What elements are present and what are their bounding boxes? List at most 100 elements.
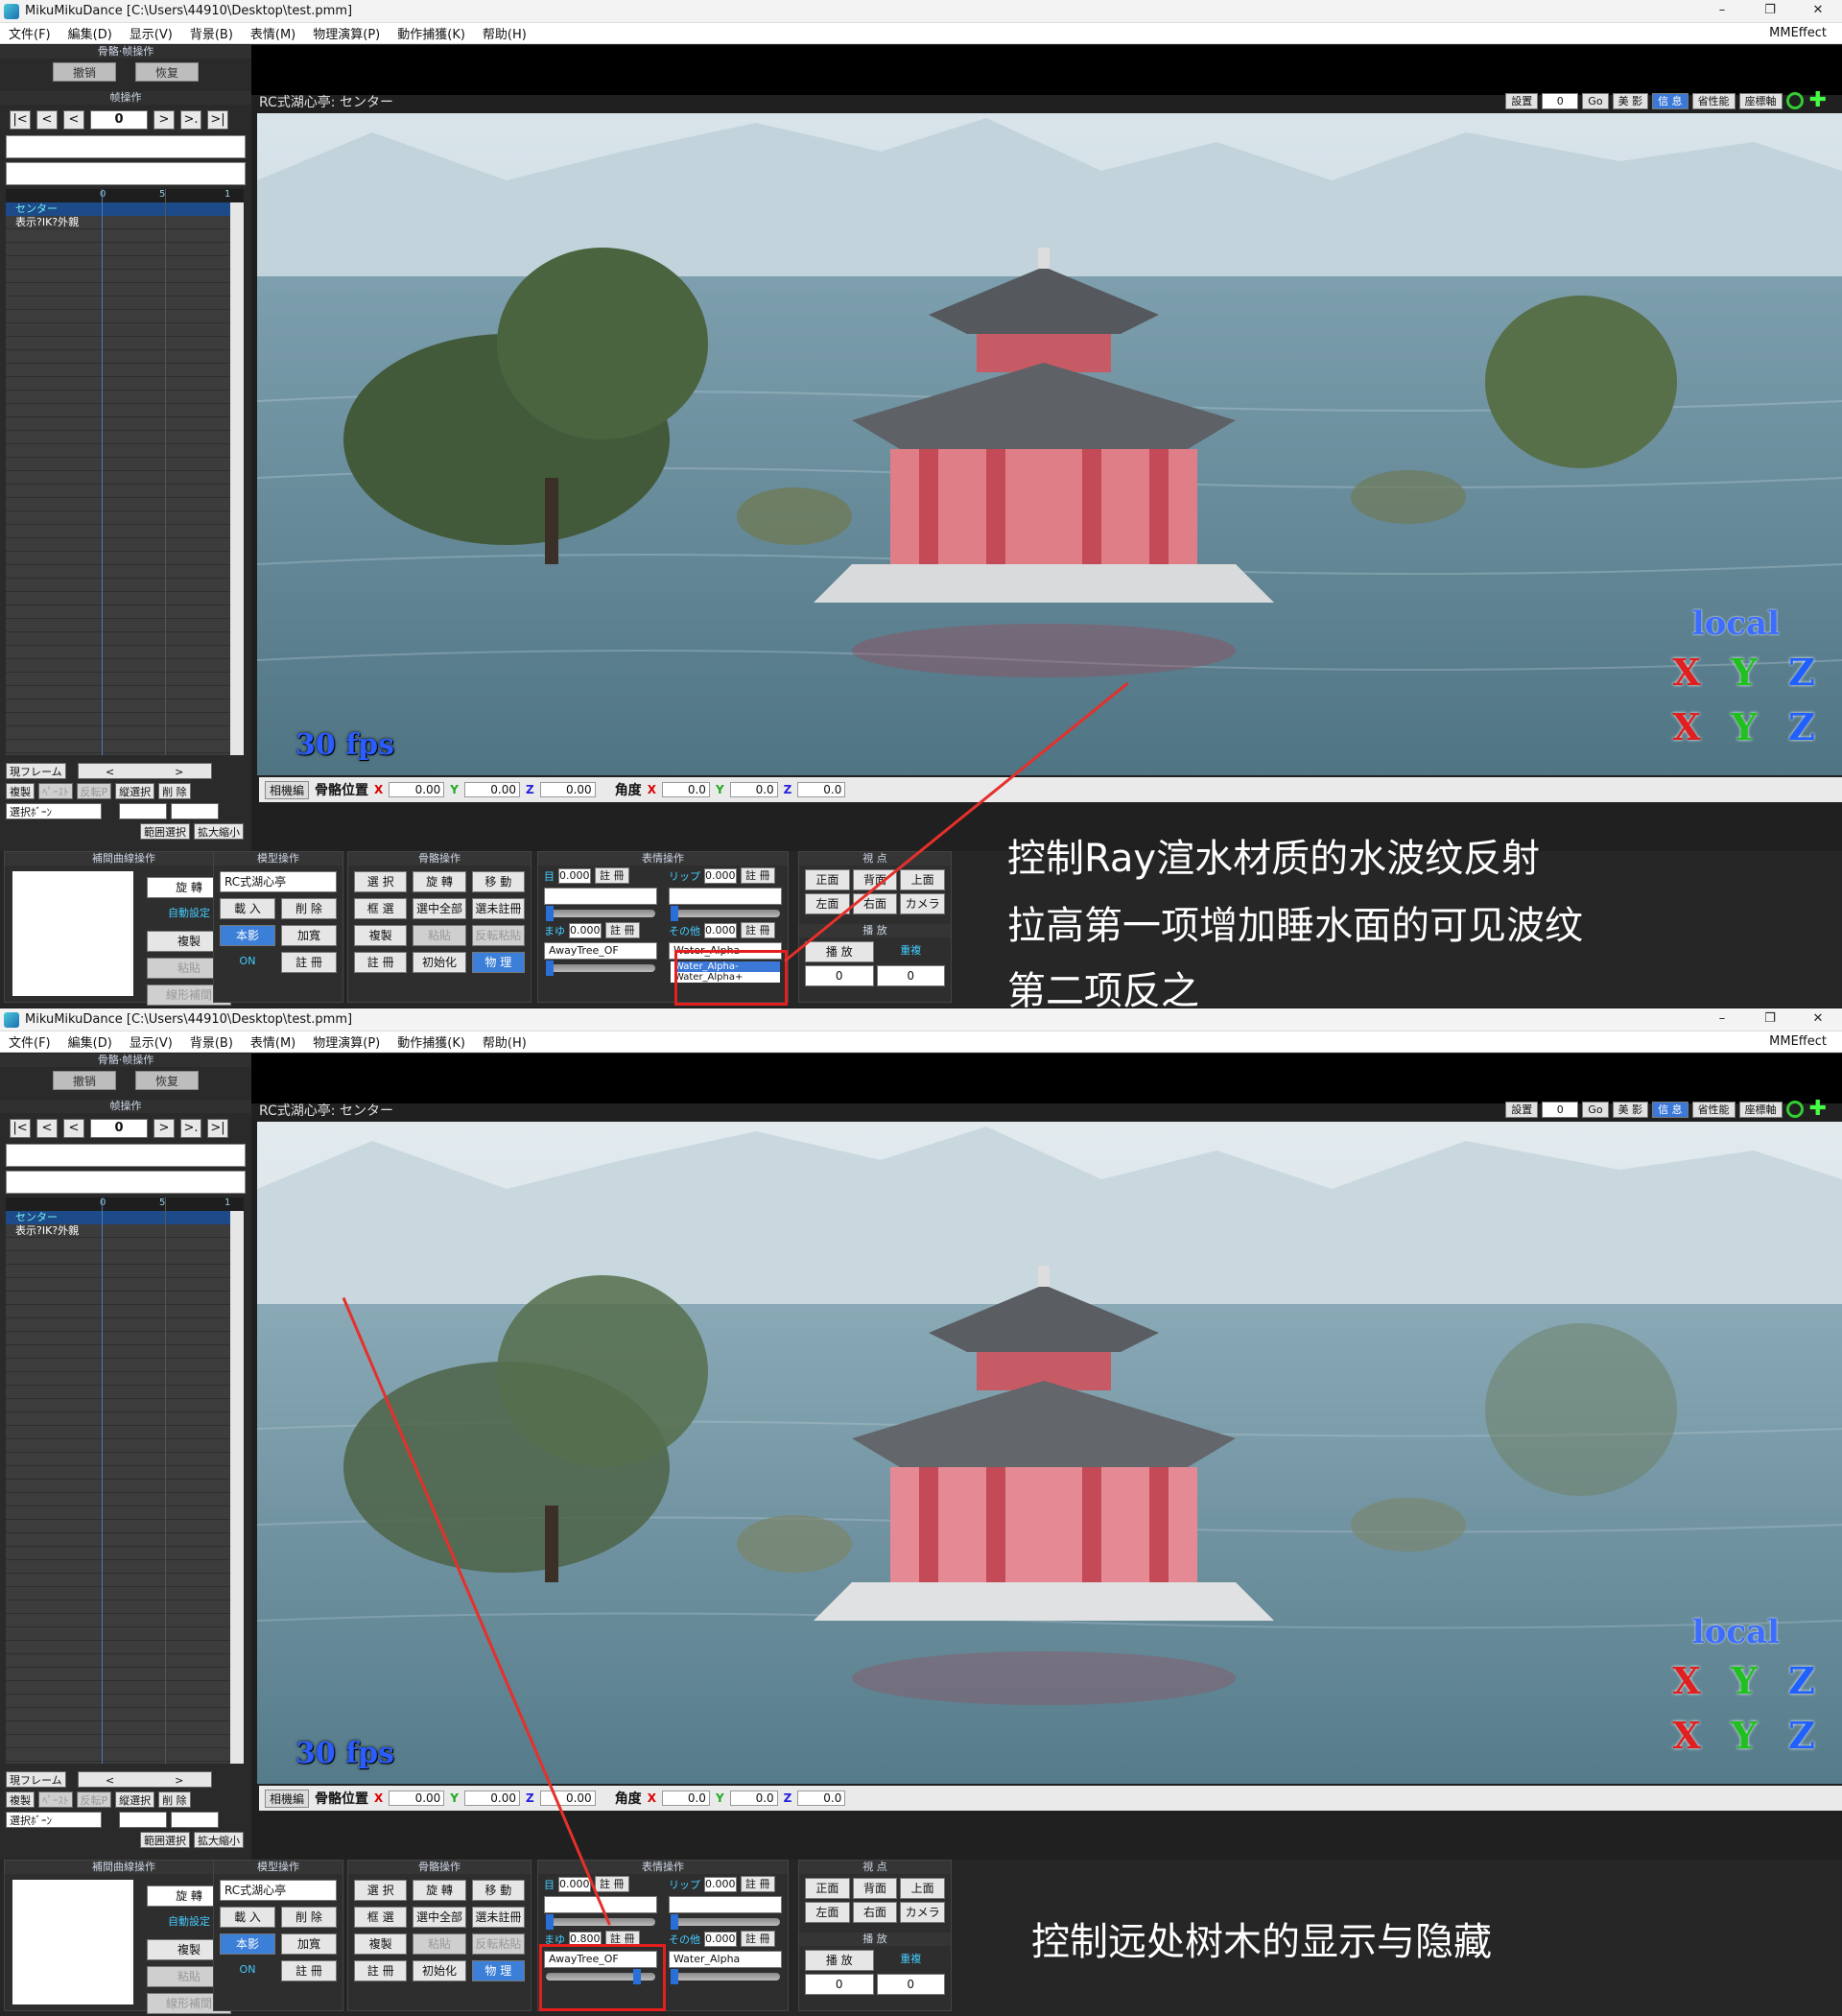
bone-move-button[interactable]: 移 動 [471,1880,525,1901]
scene-viewport[interactable]: 30 fps local X Y Z X Y Z [257,1122,1842,1784]
menu-mmeffect[interactable]: MMEffect [1769,1034,1827,1049]
bone-reset-button[interactable]: 初始化 [413,952,466,973]
eye-register[interactable]: 註 冊 [595,1876,629,1892]
undo-button[interactable]: 撤销 [53,62,116,82]
rot-z-input[interactable]: 0.0 [797,782,846,797]
minimize-button[interactable]: – [1698,1008,1746,1032]
add-button[interactable]: 加寬 [281,925,337,946]
bone-paste-button[interactable]: 粘貼 [413,1933,466,1955]
reverse-paste-button[interactable]: 反転P [76,783,112,799]
camera-edit-tab[interactable]: 相機編 [265,780,310,799]
brow-value[interactable]: 0.000 [569,922,602,938]
move-z-icon[interactable]: Z [1773,1714,1830,1757]
redo-button[interactable]: 恢复 [135,62,199,82]
eye-slider[interactable] [546,906,655,921]
interp-curve[interactable] [12,871,133,996]
next-key-button[interactable]: >. [180,110,201,130]
repeat-checkbox[interactable]: 重複 [877,1950,946,1971]
zoom-icon[interactable] [1785,1101,1804,1118]
copy-frame-button[interactable]: 複製 [6,1791,35,1808]
lip-register[interactable]: 註 冊 [741,867,775,884]
right-view-button[interactable]: 右面 [852,893,898,914]
eye-slider[interactable] [546,1914,655,1930]
timeline-row-center[interactable]: センター [6,1211,244,1224]
minimize-button[interactable]: – [1698,0,1746,23]
zoom-button[interactable]: 拡大縮小 [194,823,244,840]
other-value[interactable]: 0.000 [704,1931,737,1947]
select-bone-dropdown[interactable]: 選択ﾎﾞｰﾝ [6,803,102,819]
menu-help[interactable]: 帮助(H) [474,24,535,42]
timeline-row-display[interactable]: 表示?IK?外親 [6,1224,244,1238]
menu-background[interactable]: 背景(B) [181,1032,242,1051]
camera-view-button[interactable]: カメラ [900,1902,945,1923]
last-frame-button[interactable]: >| [207,110,228,130]
frame-scrollbar[interactable]: < > [77,763,212,779]
axis-button[interactable]: 座標軸 [1738,1101,1783,1118]
load-model-button[interactable]: 載 入 [220,1907,275,1928]
plus-icon[interactable]: ✚ [1807,89,1829,110]
menu-capture[interactable]: 動作捕獲(K) [389,24,474,42]
eye-register[interactable]: 註 冊 [595,867,629,884]
bone-reverse-paste-button[interactable]: 反転粘貼 [471,1933,525,1955]
next-key-button[interactable]: >. [180,1119,201,1138]
rotate-x-icon[interactable]: X [1658,1659,1715,1702]
move-y-icon[interactable]: Y [1715,705,1773,748]
add-button[interactable]: 加寬 [281,1933,337,1955]
repeat-checkbox[interactable]: 重複 [877,941,946,962]
frame-number-input[interactable]: 0 [90,110,148,130]
menu-view[interactable]: 显示(V) [121,1032,181,1051]
go-button[interactable]: Go [1582,1101,1609,1118]
menu-view[interactable]: 显示(V) [121,24,181,42]
info-button[interactable]: 信 息 [1652,92,1688,109]
timeline-row-center[interactable]: センター [6,202,244,216]
select-unregistered-button[interactable]: 選未註冊 [471,1907,525,1928]
frame-scrollbar[interactable]: < > [77,1771,212,1788]
physics-button[interactable]: 物 理 [471,952,525,973]
other-dropdown[interactable]: Water_Alpha [669,1951,782,1968]
select-all-button[interactable]: 選中全部 [413,1907,466,1928]
rot-x-input[interactable]: 0.0 [661,1791,710,1806]
select-all-button[interactable]: 選中全部 [413,898,466,919]
lip-value[interactable]: 0.000 [704,1876,737,1892]
shadow-toggle[interactable]: 本影 [220,925,275,946]
lip-register[interactable]: 註 冊 [741,1876,775,1892]
move-x-icon[interactable]: X [1658,705,1715,748]
set-button[interactable]: 設置 [1505,92,1539,109]
frame-number-input[interactable]: 0 [90,1119,148,1138]
bone-reverse-paste-button[interactable]: 反転粘貼 [471,925,525,946]
interp-curve[interactable] [12,1880,133,2004]
shadow-button[interactable]: 美 影 [1612,1101,1649,1118]
zoom-button[interactable]: 拡大縮小 [194,1832,244,1848]
front-view-button[interactable]: 正面 [805,869,850,890]
range-select-button[interactable]: 範囲選択 [140,823,190,840]
camera-view-button[interactable]: カメラ [900,893,945,914]
rotate-x-icon[interactable]: X [1658,651,1715,694]
play-button[interactable]: 播 放 [805,1950,874,1971]
delete-model-button[interactable]: 削 除 [281,898,337,919]
range-select-button[interactable]: 範囲選択 [140,1832,190,1848]
range-to-input[interactable] [171,803,219,819]
delete-frame-button[interactable]: 削 除 [158,783,191,799]
other-register[interactable]: 註 冊 [741,922,775,938]
box-select-button[interactable]: 框 選 [354,1907,408,1928]
eye-dropdown[interactable] [544,888,657,905]
shadow-button[interactable]: 美 影 [1612,92,1649,109]
next-frame-button[interactable]: > [154,1119,175,1138]
bone-register-button[interactable]: 註 冊 [354,1960,408,1981]
bone-copy-button[interactable]: 複製 [354,1933,408,1955]
other-slider[interactable] [671,1969,780,1984]
bone-rotate-button[interactable]: 旋 轉 [413,1880,466,1901]
select-unregistered-button[interactable]: 選未註冊 [471,898,525,919]
menu-background[interactable]: 背景(B) [181,24,242,42]
delete-frame-button[interactable]: 削 除 [158,1791,191,1808]
next-frame-button[interactable]: > [154,110,175,130]
performance-button[interactable]: 省性能 [1691,1101,1736,1118]
prev-key-button[interactable]: < [36,110,58,130]
select-bone-dropdown[interactable]: 選択ﾎﾞｰﾝ [6,1812,102,1828]
menu-edit[interactable]: 編集(D) [59,1032,121,1051]
go-button[interactable]: Go [1582,92,1609,109]
bone-register-button[interactable]: 註 冊 [354,952,408,973]
rotate-y-icon[interactable]: Y [1715,1659,1773,1702]
pos-x-input[interactable]: 0.00 [389,782,445,797]
model-dropdown[interactable]: RC式湖心亭 [220,871,337,892]
